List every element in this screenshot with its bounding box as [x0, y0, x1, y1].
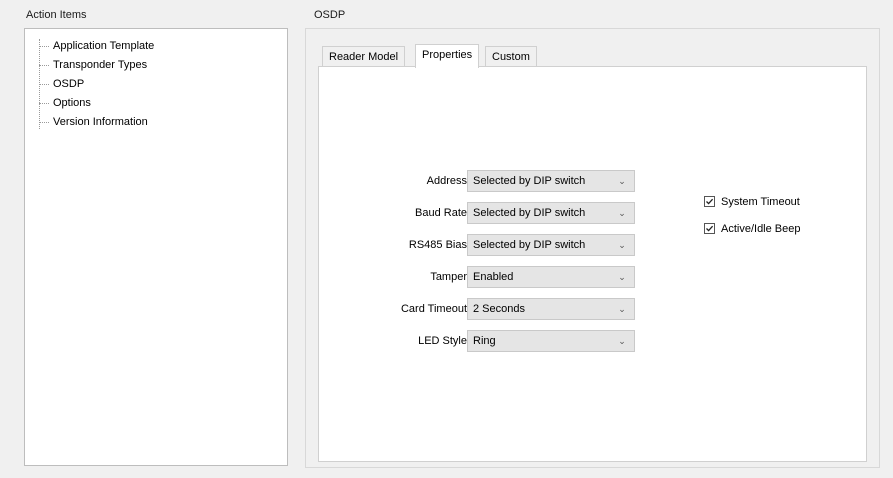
system-timeout-checkbox[interactable]: System Timeout [704, 193, 800, 211]
tree-item-osdp[interactable]: OSDP [33, 75, 154, 94]
osdp-group-title: OSDP [314, 9, 346, 21]
baud-rate-select[interactable]: Selected by DIP switch ⌄ [467, 202, 635, 224]
tab-reader-model[interactable]: Reader Model [322, 46, 406, 67]
tree-item-options[interactable]: Options [33, 94, 154, 113]
baud-rate-label: Baud Rate [415, 207, 467, 219]
field-row-address: Address Selected by DIP switch ⌄ [319, 170, 639, 192]
address-select[interactable]: Selected by DIP switch ⌄ [467, 170, 635, 192]
chevron-down-icon: ⌄ [618, 240, 626, 250]
card-timeout-select[interactable]: 2 Seconds ⌄ [467, 298, 635, 320]
checkmark-icon [704, 222, 715, 234]
rs485-bias-label: RS485 Bias [408, 239, 467, 251]
action-items-tree: Application Template Transponder Types O… [24, 28, 288, 466]
tab-properties[interactable]: Properties [415, 44, 480, 68]
field-row-rs485-bias: RS485 Bias Selected by DIP switch ⌄ [319, 234, 639, 256]
field-row-baud-rate: Baud Rate Selected by DIP switch ⌄ [319, 202, 639, 224]
properties-panel: Address Selected by DIP switch ⌄ Baud Ra… [318, 66, 867, 462]
chevron-down-icon: ⌄ [618, 176, 626, 186]
chevron-down-icon: ⌄ [618, 272, 626, 282]
tree-item-version-information[interactable]: Version Information [33, 113, 154, 132]
tree-list: Application Template Transponder Types O… [33, 37, 154, 132]
led-style-label: LED Style [418, 335, 467, 347]
checkmark-icon [704, 195, 715, 207]
card-timeout-value: 2 Seconds [473, 303, 525, 315]
led-style-select[interactable]: Ring ⌄ [467, 330, 635, 352]
tab-custom[interactable]: Custom [485, 46, 537, 67]
tamper-select[interactable]: Enabled ⌄ [467, 266, 635, 288]
tree-item-application-template[interactable]: Application Template [33, 37, 154, 56]
address-value: Selected by DIP switch [473, 175, 586, 187]
chevron-down-icon: ⌄ [618, 208, 626, 218]
field-row-led-style: LED Style Ring ⌄ [319, 330, 639, 352]
tree-item-transponder-types[interactable]: Transponder Types [33, 56, 154, 75]
field-row-card-timeout: Card Timeout 2 Seconds ⌄ [319, 298, 639, 320]
rs485-bias-value: Selected by DIP switch [473, 239, 586, 251]
chevron-down-icon: ⌄ [618, 336, 626, 346]
rs485-bias-select[interactable]: Selected by DIP switch ⌄ [467, 234, 635, 256]
active-idle-beep-label: Active/Idle Beep [721, 223, 801, 235]
active-idle-beep-checkbox[interactable]: Active/Idle Beep [704, 220, 801, 238]
system-timeout-label: System Timeout [721, 196, 800, 208]
tamper-label: Tamper [430, 271, 467, 283]
led-style-value: Ring [473, 335, 496, 347]
field-row-tamper: Tamper Enabled ⌄ [319, 266, 639, 288]
card-timeout-label: Card Timeout [400, 303, 467, 315]
chevron-down-icon: ⌄ [618, 304, 626, 314]
baud-rate-value: Selected by DIP switch [473, 207, 586, 219]
action-items-title: Action Items [26, 9, 87, 21]
address-label: Address [426, 175, 467, 187]
tamper-value: Enabled [473, 271, 514, 283]
